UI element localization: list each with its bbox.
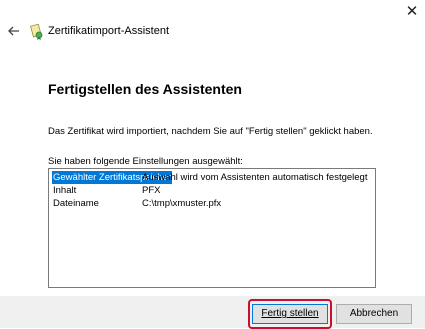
description-text: Das Zertifikat wird importiert, nachdem … <box>48 126 373 137</box>
settings-value: C:\tmp\xmuster.pfx <box>142 198 222 209</box>
finish-button[interactable]: Fertig stellen <box>252 304 328 324</box>
settings-key: Dateiname <box>53 198 99 209</box>
finish-button-label: Fertig stellen <box>261 308 319 319</box>
close-button[interactable]: ✕ <box>402 2 422 22</box>
page-heading: Fertigstellen des Assistenten <box>48 81 242 97</box>
settings-label: Sie haben folgende Einstellungen ausgewä… <box>48 156 243 167</box>
settings-key: Inhalt <box>53 185 77 196</box>
wizard-title: Zertifikatimport-Assistent <box>48 25 170 37</box>
cancel-button[interactable]: Abbrechen <box>336 304 412 324</box>
certificate-icon <box>30 24 43 40</box>
back-arrow-icon[interactable] <box>6 23 22 39</box>
settings-value: PFX <box>142 185 161 196</box>
settings-list[interactable]: Gewählter Zertifikatspeicher Auswahl wir… <box>48 168 376 288</box>
settings-value: Auswahl wird vom Assistenten automatisch… <box>142 172 368 183</box>
